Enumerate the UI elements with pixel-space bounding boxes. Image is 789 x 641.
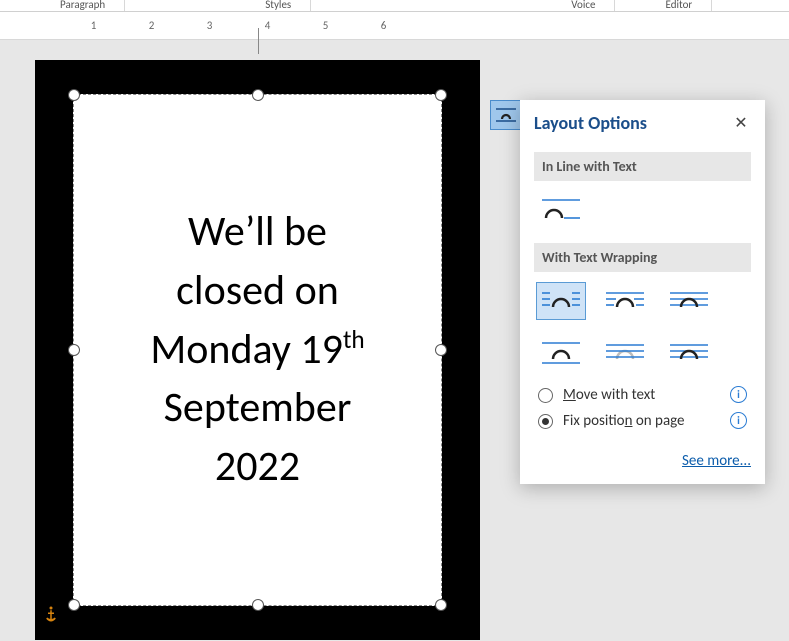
wrap-option-tight[interactable] (600, 282, 650, 320)
document-canvas[interactable]: We’ll be closed on Monday 19th September… (0, 40, 789, 641)
layout-options-panel: Layout Options ✕ In Line with Text With … (520, 100, 765, 484)
wrap-options-row-2 (536, 334, 749, 372)
close-icon: ✕ (734, 114, 747, 133)
text-line: We’ll be (188, 206, 327, 257)
selected-shape[interactable]: We’ll be closed on Monday 19th September… (35, 60, 480, 640)
resize-handle-top-right[interactable] (435, 89, 447, 101)
radio-label: Fix position on page (563, 412, 720, 430)
anchor-glyph (42, 605, 60, 623)
ribbon-group-voice: Voice (551, 0, 615, 11)
wrap-option-behind-text[interactable] (600, 334, 650, 372)
resize-handle-bottom[interactable] (252, 599, 264, 611)
ruler-mark: 3 (195, 19, 224, 32)
resize-handle-bottom-right[interactable] (435, 599, 447, 611)
ruler-mark: 5 (311, 19, 340, 32)
see-more-link[interactable]: See more... (682, 452, 751, 470)
radio-label: Move with text (563, 386, 720, 404)
ruler-mark: 6 (369, 19, 398, 32)
radio-move-with-text[interactable]: Move with text i (538, 386, 747, 404)
wrap-option-square[interactable] (536, 282, 586, 320)
ribbon-bottom-strip: Paragraph Styles Voice Editor (0, 0, 789, 12)
text-line: closed on (176, 265, 339, 316)
ordinal-suffix: th (343, 324, 365, 355)
wrap-option-through[interactable] (664, 282, 714, 320)
inline-options-row (536, 191, 749, 229)
radio-button[interactable] (538, 414, 553, 429)
horizontal-ruler[interactable]: 1 2 3 4 5 6 (0, 12, 789, 40)
wrap-option-top-bottom[interactable] (536, 334, 586, 372)
text-content[interactable]: We’ll be closed on Monday 19th September… (150, 203, 364, 497)
text-line: Monday 19 (150, 324, 343, 375)
wrap-option-inline[interactable] (536, 191, 586, 229)
section-inline-label: In Line with Text (534, 152, 751, 181)
ribbon-group-paragraph: Paragraph (40, 0, 125, 11)
panel-title: Layout Options (534, 112, 647, 134)
info-icon[interactable]: i (730, 412, 747, 429)
resize-handle-right[interactable] (435, 344, 447, 356)
ruler-mark: 1 (79, 19, 108, 32)
close-button[interactable]: ✕ (731, 113, 751, 133)
radio-button[interactable] (538, 388, 553, 403)
ribbon-group-editor: Editor (645, 0, 712, 11)
resize-handle-top[interactable] (252, 89, 264, 101)
layout-options-button[interactable] (490, 100, 522, 130)
text-line: September (164, 382, 352, 433)
ribbon-group-styles: Styles (245, 0, 311, 11)
wrap-options-row-1 (536, 282, 749, 320)
see-more-row: See more... (534, 452, 751, 470)
radio-fix-position[interactable]: Fix position on page i (538, 412, 747, 430)
ruler-mark: 2 (137, 19, 166, 32)
resize-handle-top-left[interactable] (68, 89, 80, 101)
panel-header: Layout Options ✕ (534, 112, 751, 134)
section-wrap-label: With Text Wrapping (534, 243, 751, 272)
text-line: 2022 (215, 441, 300, 492)
rotate-handle-stem[interactable] (258, 28, 259, 54)
layout-options-icon (494, 105, 518, 125)
resize-handle-left[interactable] (68, 344, 80, 356)
resize-handle-bottom-left[interactable] (68, 599, 80, 611)
text-box[interactable]: We’ll be closed on Monday 19th September… (73, 94, 442, 606)
anchor-icon[interactable] (42, 605, 60, 623)
info-icon[interactable]: i (730, 386, 747, 403)
wrap-option-front-text[interactable] (664, 334, 714, 372)
